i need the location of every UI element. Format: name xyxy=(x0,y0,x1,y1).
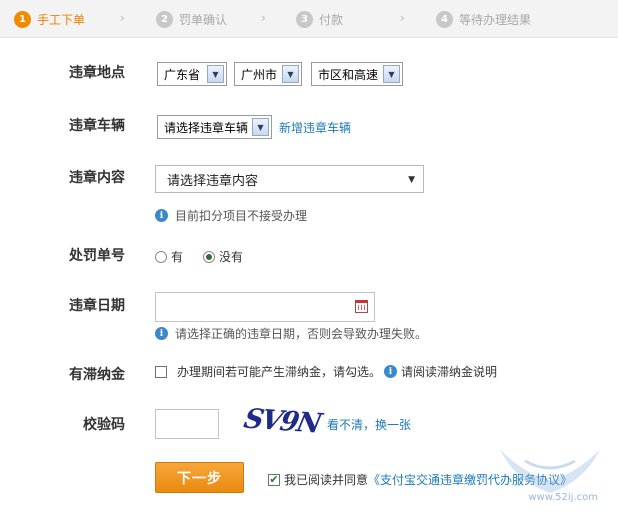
step-number: 1 xyxy=(14,10,31,28)
district-value: 市区和高速 xyxy=(318,67,379,82)
district-select[interactable]: 市区和高速 ▼ xyxy=(311,62,403,86)
location-label: 违章地点 xyxy=(69,65,125,81)
step-4: 4 等待办理结果 xyxy=(436,9,531,29)
step-label: 付款 xyxy=(319,12,344,27)
chevron-down-icon[interactable]: ▼ xyxy=(282,65,299,83)
add-vehicle-link[interactable]: 新增违章车辆 xyxy=(279,119,351,136)
step-arrow-icon: › xyxy=(261,11,266,25)
city-value: 广州市 xyxy=(241,67,278,82)
ticket-option-no[interactable]: 没有 xyxy=(203,248,243,265)
content-note-text: 目前扣分项目不接受办理 xyxy=(175,209,308,223)
date-note: i 请选择正确的违章日期，否则会导致办理失败。 xyxy=(155,325,427,342)
agreement-checkbox[interactable]: ✔ xyxy=(268,473,280,486)
step-label: 等待办理结果 xyxy=(459,12,532,27)
step-2: 2 罚单确认 xyxy=(156,9,227,29)
ticket-option-label: 没有 xyxy=(219,250,244,264)
ticket-option-yes[interactable]: 有 xyxy=(155,248,183,265)
chevron-down-icon[interactable]: ▼ xyxy=(383,65,400,83)
vehicle-select[interactable]: 请选择违章车辆 ▼ xyxy=(157,115,272,139)
content-label: 违章内容 xyxy=(69,170,125,186)
date-note-text: 请选择正确的违章日期，否则会导致办理失败。 xyxy=(175,327,428,341)
step-arrow-icon: › xyxy=(400,11,405,25)
caret-down-icon[interactable]: ▼ xyxy=(408,175,415,185)
late-fee-text: 办理期间若可能产生滞纳金，请勾选。 xyxy=(177,365,382,379)
step-3: 3 付款 xyxy=(296,9,343,29)
ticket-radio-group: 有 没有 xyxy=(155,248,243,265)
vehicle-value: 请选择违章车辆 xyxy=(164,120,249,135)
city-select[interactable]: 广州市 ▼ xyxy=(234,62,302,86)
step-1: 1 手工下单 xyxy=(14,9,85,29)
progress-steps: 1 手工下单 › 2 罚单确认 › 3 付款 › 4 等待办理结果 xyxy=(0,0,618,38)
agreement-text: 我已阅读并同意 xyxy=(284,473,369,487)
next-step-button[interactable]: 下一步 xyxy=(155,462,244,493)
captcha-refresh-link[interactable]: 看不清，换一张 xyxy=(327,416,411,433)
step-number: 2 xyxy=(156,10,173,28)
chevron-down-icon[interactable]: ▼ xyxy=(207,65,224,83)
date-input[interactable] xyxy=(155,292,375,322)
province-value: 广东省 xyxy=(164,67,201,82)
late-fee-label: 有滞纳金 xyxy=(69,367,125,383)
late-fee-link[interactable]: 请阅读滞纳金说明 xyxy=(401,363,497,380)
calendar-icon[interactable] xyxy=(355,300,368,313)
radio-button-checked[interactable] xyxy=(203,250,216,263)
ticket-label: 处罚单号 xyxy=(69,248,125,264)
content-value: 请选择违章内容 xyxy=(167,173,259,189)
content-note: i 目前扣分项目不接受办理 xyxy=(155,207,307,224)
info-icon: i xyxy=(155,327,168,340)
info-icon: i xyxy=(155,209,168,222)
step-number: 3 xyxy=(296,10,313,28)
step-label: 手工下单 xyxy=(37,12,86,27)
captcha-input[interactable] xyxy=(155,409,219,439)
late-fee-row: 办理期间若可能产生滞纳金，请勾选。 i 请阅读滞纳金说明 xyxy=(155,363,497,380)
late-fee-checkbox[interactable] xyxy=(155,365,167,378)
info-icon: i xyxy=(384,365,398,378)
step-arrow-icon: › xyxy=(120,11,125,25)
chevron-down-icon[interactable]: ▼ xyxy=(252,118,269,136)
captcha-image[interactable]: SV9N xyxy=(241,403,323,439)
province-select[interactable]: 广东省 ▼ xyxy=(157,62,227,86)
watermark-site: www.52ij.com xyxy=(528,492,598,503)
check-icon: ✔ xyxy=(269,473,279,486)
vehicle-label: 违章车辆 xyxy=(69,118,125,134)
step-number: 4 xyxy=(436,10,453,28)
ticket-option-label: 有 xyxy=(171,250,184,264)
step-label: 罚单确认 xyxy=(179,12,228,27)
content-select[interactable]: 请选择违章内容 ▼ xyxy=(155,165,424,193)
radio-button[interactable] xyxy=(155,250,167,263)
captcha-label: 校验码 xyxy=(83,417,125,433)
date-label: 违章日期 xyxy=(69,298,125,314)
